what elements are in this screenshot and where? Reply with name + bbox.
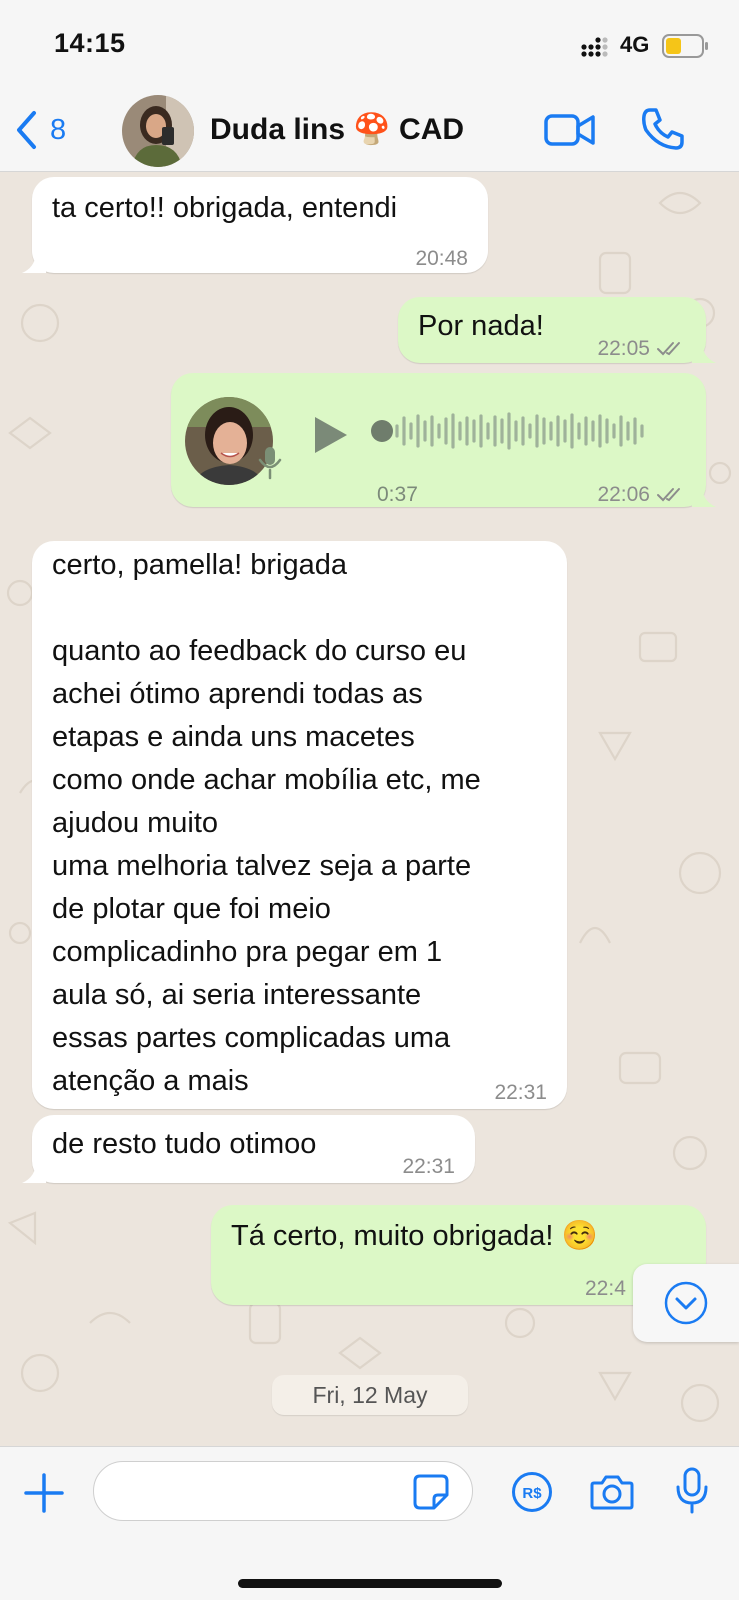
contact-avatar[interactable] <box>122 95 194 167</box>
bubble-tail <box>22 1161 46 1183</box>
contact-photo <box>122 95 194 167</box>
read-receipt-icon <box>657 341 680 355</box>
message-text: de resto tudo otimoo <box>52 1128 317 1160</box>
back-button[interactable]: 8 <box>14 110 66 150</box>
bubble-tail <box>692 485 716 507</box>
date-separator: Fri, 12 May <box>272 1375 468 1415</box>
camera-icon[interactable] <box>590 1473 634 1511</box>
message-time: 22:05 <box>597 327 686 370</box>
unread-count: 8 <box>50 113 67 146</box>
play-icon[interactable] <box>311 413 351 457</box>
chat-area[interactable]: ta certo!! obrigada, entendi 20:48 Por n… <box>0 173 739 1446</box>
message-outgoing[interactable]: Por nada! 22:05 <box>398 297 716 363</box>
message-incoming[interactable]: de resto tudo otimoo 22:31 <box>22 1115 475 1183</box>
scroll-to-bottom-button[interactable] <box>633 1264 739 1342</box>
chevron-left-icon <box>17 111 36 149</box>
battery-icon <box>662 34 708 58</box>
contact-name[interactable]: Duda lins 🍄 CAD <box>210 112 464 147</box>
message-time: 22:06 <box>597 473 686 516</box>
input-bar: R$ <box>0 1446 739 1600</box>
payment-icon[interactable]: R$ <box>511 1471 553 1513</box>
voice-duration: 0:37 <box>377 483 418 506</box>
message-time-label: 22:31 <box>494 1081 547 1104</box>
message-text: certo, pamella! brigada quanto ao feedba… <box>52 549 481 1097</box>
message-text: Por nada! <box>418 310 544 342</box>
network-type: 4G <box>620 32 650 57</box>
home-indicator <box>238 1579 502 1588</box>
message-time: 22:4 <box>585 1267 626 1310</box>
bubble-tail <box>22 251 46 273</box>
signal-icon <box>581 37 608 57</box>
bubble-tail <box>692 341 716 363</box>
plus-icon[interactable] <box>24 1473 64 1513</box>
read-receipt-icon <box>657 487 680 501</box>
phone-icon[interactable] <box>640 106 686 152</box>
message-incoming[interactable]: ta certo!! obrigada, entendi 20:48 <box>22 177 488 273</box>
message-time: 22:31 <box>402 1145 455 1188</box>
microphone-icon <box>258 447 282 480</box>
audio-waveform[interactable] <box>371 409 661 453</box>
chat-header: 8 Duda lins 🍄 CAD <box>0 88 739 172</box>
message-time-label: 22:06 <box>597 483 650 506</box>
svg-text:R$: R$ <box>522 1485 542 1502</box>
message-text: ta certo!! obrigada, entendi <box>52 192 398 224</box>
sticker-icon[interactable] <box>412 1473 450 1511</box>
status-bar: 14:15 4G <box>0 0 739 88</box>
message-time-label: 22:4 <box>585 1277 626 1300</box>
message-time: 20:48 <box>415 237 468 280</box>
message-time-label: 20:48 <box>415 247 468 270</box>
voice-message[interactable]: 0:37 22:06 <box>171 373 716 507</box>
chevron-down-circle-icon <box>664 1281 708 1325</box>
message-outgoing[interactable]: Tá certo, muito obrigada! ☺️ 22:4 <box>211 1205 716 1305</box>
message-time-label: 22:31 <box>402 1155 455 1178</box>
message-incoming[interactable]: certo, pamella! brigada quanto ao feedba… <box>32 541 567 1109</box>
microphone-icon[interactable] <box>675 1467 709 1515</box>
message-time: 22:31 <box>494 1071 547 1114</box>
message-time-label: 22:05 <box>597 337 650 360</box>
video-call-icon[interactable] <box>544 110 596 150</box>
message-text: Tá certo, muito obrigada! ☺️ <box>231 1220 598 1252</box>
status-time: 14:15 <box>54 28 126 58</box>
